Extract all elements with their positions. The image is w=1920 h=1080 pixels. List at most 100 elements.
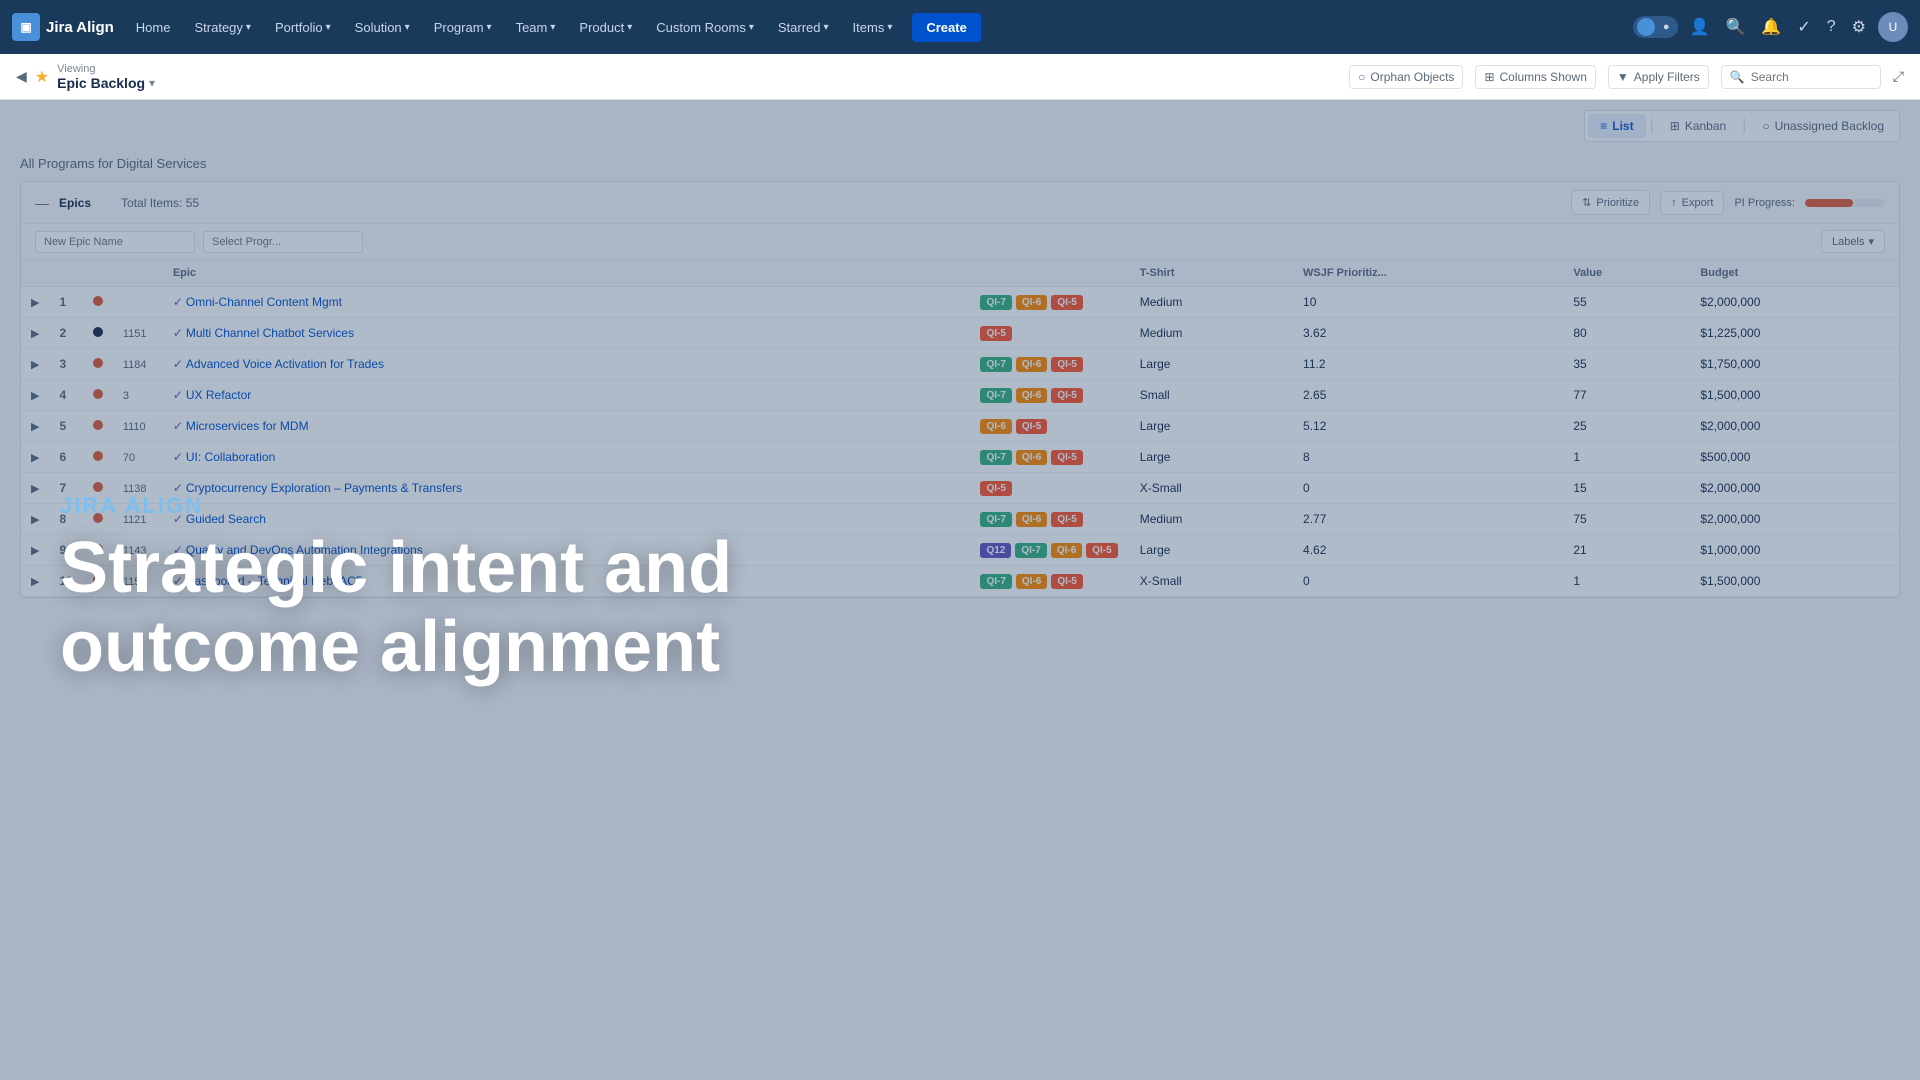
- nav-item-strategy[interactable]: Strategy ▾: [184, 14, 260, 41]
- col-id: [113, 260, 163, 287]
- nav-item-portfolio[interactable]: Portfolio ▾: [265, 14, 341, 41]
- col-budget[interactable]: Budget: [1690, 260, 1899, 287]
- value-value: 1: [1573, 450, 1580, 464]
- search-icon: 🔍: [1730, 70, 1745, 84]
- col-value[interactable]: Value: [1563, 260, 1690, 287]
- chevron-down-icon: ▾: [824, 22, 829, 33]
- tab-kanban[interactable]: ⊞ Kanban: [1658, 114, 1738, 138]
- epic-name[interactable]: Dashboard – Technical Debt AC5: [186, 574, 363, 588]
- col-tshirt[interactable]: T-Shirt: [1130, 260, 1293, 287]
- row-expand-icon[interactable]: ▶: [31, 545, 39, 557]
- chevron-down-icon: ▾: [749, 22, 754, 33]
- toggle-switch[interactable]: ●: [1633, 16, 1678, 38]
- col-dot: [83, 260, 113, 287]
- row-number: 3: [59, 357, 66, 371]
- nav-item-program[interactable]: Program ▾: [424, 14, 502, 41]
- bell-icon[interactable]: 🔔: [1757, 13, 1785, 41]
- epic-name[interactable]: Quality and DevOps Automation Integratio…: [186, 543, 423, 557]
- value-value: 80: [1573, 326, 1586, 340]
- epic-name[interactable]: Omni-Channel Content Mgmt: [186, 295, 342, 309]
- col-wsjf[interactable]: WSJF Prioritiz...: [1293, 260, 1563, 287]
- user-icon[interactable]: 👤: [1686, 13, 1714, 41]
- epic-name[interactable]: Advanced Voice Activation for Trades: [186, 357, 384, 371]
- checkmark-icon[interactable]: ✓: [1793, 13, 1814, 41]
- nav-item-solution[interactable]: Solution ▾: [345, 14, 420, 41]
- collapse-sidebar-icon[interactable]: ◀: [16, 68, 27, 85]
- row-expand-icon[interactable]: ▶: [31, 297, 39, 309]
- help-icon[interactable]: ?: [1823, 14, 1840, 40]
- wsjf-value: 5.12: [1303, 419, 1326, 433]
- export-button[interactable]: ↑ Export: [1660, 191, 1724, 215]
- tab-unassigned-backlog[interactable]: ○ Unassigned Backlog: [1750, 114, 1896, 138]
- list-icon: ≡: [1600, 119, 1607, 133]
- search-input[interactable]: [1751, 70, 1872, 84]
- orphan-objects-button[interactable]: ○ Orphan Objects: [1349, 65, 1463, 89]
- row-number: 10: [59, 574, 72, 588]
- program-title: All Programs for Digital Services: [20, 156, 1900, 171]
- wsjf-value: 4.62: [1303, 543, 1326, 557]
- new-epic-name-input[interactable]: [35, 231, 195, 253]
- breadcrumb-dropdown-icon[interactable]: ▾: [149, 76, 155, 90]
- table-row: ▶ 5 1110 ✓Microservices for MDM QI-6QI-5…: [21, 411, 1899, 442]
- epic-name[interactable]: Multi Channel Chatbot Services: [186, 326, 354, 340]
- epic-name[interactable]: UX Refactor: [186, 388, 251, 402]
- filter-icon: ▼: [1617, 70, 1629, 84]
- sub-bar-breadcrumb: ◀ ★ Viewing Epic Backlog ▾: [16, 63, 155, 91]
- epic-name[interactable]: UI: Collaboration: [186, 450, 275, 464]
- status-dot: [93, 513, 103, 523]
- status-dot: [93, 327, 103, 337]
- prioritize-button[interactable]: ⇅ Prioritize: [1571, 190, 1650, 215]
- total-items: Total Items: 55: [121, 196, 199, 210]
- budget-value: $1,000,000: [1700, 543, 1760, 557]
- product-program-input[interactable]: [203, 231, 363, 253]
- epic-name[interactable]: Cryptocurrency Exploration – Payments & …: [186, 481, 462, 495]
- epic-name[interactable]: Microservices for MDM: [186, 419, 309, 433]
- search-box[interactable]: 🔍: [1721, 65, 1881, 89]
- row-expand-icon[interactable]: ▶: [31, 390, 39, 402]
- nav-item-starred[interactable]: Starred ▾: [768, 14, 839, 41]
- star-icon[interactable]: ★: [35, 67, 49, 87]
- col-epic[interactable]: Epic: [163, 260, 969, 287]
- app-logo[interactable]: ▣ Jira Align: [12, 13, 114, 41]
- nav-item-product[interactable]: Product ▾: [569, 14, 642, 41]
- nav-item-team[interactable]: Team ▾: [506, 14, 566, 41]
- tshirt-value: X-Small: [1140, 481, 1182, 495]
- table-toolbar: — Epics Total Items: 55 ⇅ Prioritize ↑ E…: [21, 182, 1899, 224]
- budget-value: $2,000,000: [1700, 481, 1760, 495]
- row-number: 8: [59, 512, 66, 526]
- epic-id: 70: [123, 452, 135, 464]
- labels-button[interactable]: Labels ▾: [1821, 230, 1885, 253]
- table-row: ▶ 2 1151 ✓Multi Channel Chatbot Services…: [21, 318, 1899, 349]
- chevron-down-icon: ▾: [405, 22, 410, 33]
- avatar[interactable]: U: [1878, 12, 1908, 42]
- new-epic-row: Labels ▾: [21, 224, 1899, 260]
- row-expand-icon[interactable]: ▶: [31, 328, 39, 340]
- row-expand-icon[interactable]: ▶: [31, 514, 39, 526]
- search-icon[interactable]: 🔍: [1722, 13, 1750, 41]
- row-expand-icon[interactable]: ▶: [31, 421, 39, 433]
- wsjf-value: 8: [1303, 450, 1310, 464]
- epic-name[interactable]: Guided Search: [186, 512, 266, 526]
- nav-item-custom-rooms[interactable]: Custom Rooms ▾: [646, 14, 764, 41]
- value-value: 75: [1573, 512, 1586, 526]
- logo-icon: ▣: [12, 13, 40, 41]
- epic-id: 1121: [123, 514, 147, 526]
- value-value: 21: [1573, 543, 1586, 557]
- row-expand-icon[interactable]: ▶: [31, 483, 39, 495]
- tshirt-value: Large: [1140, 357, 1171, 371]
- epic-icon: ✓: [173, 388, 183, 402]
- nav-item-items[interactable]: Items ▾: [843, 14, 903, 41]
- create-button[interactable]: Create: [912, 13, 980, 42]
- search-expand-icon[interactable]: ⤢: [1893, 68, 1904, 85]
- nav-item-home[interactable]: Home: [126, 14, 181, 41]
- settings-icon[interactable]: ⚙: [1848, 13, 1870, 41]
- apply-filters-button[interactable]: ▼ Apply Filters: [1608, 65, 1709, 89]
- columns-shown-button[interactable]: ⊞ Columns Shown: [1475, 65, 1595, 89]
- collapse-icon[interactable]: —: [35, 195, 49, 211]
- row-expand-icon[interactable]: ▶: [31, 359, 39, 371]
- row-expand-icon[interactable]: ▶: [31, 452, 39, 464]
- pi-progress-fill: [1805, 199, 1853, 207]
- row-expand-icon[interactable]: ▶: [31, 576, 39, 588]
- tab-list[interactable]: ≡ List: [1588, 114, 1645, 138]
- view-tabs: ≡ List | ⊞ Kanban | ○ Unassigned Backlog: [1584, 110, 1900, 142]
